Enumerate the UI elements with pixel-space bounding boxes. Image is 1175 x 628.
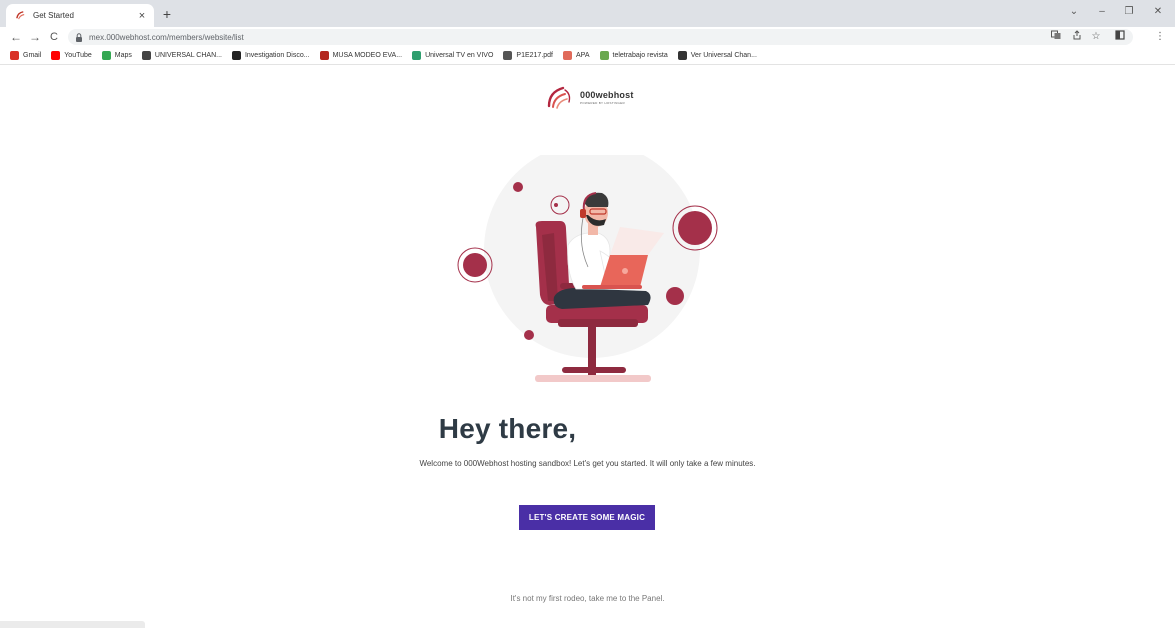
maps-icon xyxy=(101,51,111,60)
universal-icon xyxy=(412,51,422,60)
heading-text: Hey there, xyxy=(438,413,577,444)
menu-kebab-icon[interactable]: ⋮ xyxy=(1153,30,1167,44)
bookmark-item[interactable]: MUSA MODEO EVA... xyxy=(319,51,403,60)
bookmark-label: MUSA MODEO EVA... xyxy=(332,52,403,59)
create-magic-button[interactable]: LET'S CREATE SOME MAGIC xyxy=(519,505,655,530)
bookmark-item[interactable]: YouTube xyxy=(51,51,92,60)
globe-dark-icon xyxy=(677,51,687,60)
webhost-logo-icon xyxy=(547,86,571,109)
bookmark-item[interactable]: Investigation Disco... xyxy=(231,51,310,60)
bookmark-item[interactable]: Universal TV en VIVO xyxy=(412,51,493,60)
bookmarks-bar: Gmail YouTube Maps UNIVERSAL CHAN... Investi… xyxy=(0,47,1175,65)
person-on-chair-illustration xyxy=(457,142,718,382)
share-icon[interactable] xyxy=(1070,30,1084,45)
logo-brand-text: 000webhost xyxy=(580,89,634,100)
bookmark-label: APA xyxy=(576,52,590,59)
minimize-icon[interactable]: – xyxy=(1094,5,1110,19)
bookmark-star-icon[interactable]: ☆ xyxy=(1089,30,1103,44)
bookmark-label: Gmail xyxy=(23,52,42,59)
restore-icon[interactable]: ❐ xyxy=(1121,5,1137,19)
bookmark-label: teletrabajo revista xyxy=(612,52,668,59)
tv-icon xyxy=(231,51,241,60)
lock-icon xyxy=(74,32,83,42)
subtitle-text: Welcome to 000Webhost hosting sandbox! L… xyxy=(419,459,756,468)
tab-get-started[interactable]: Get Started × xyxy=(6,4,154,27)
status-bar xyxy=(0,621,145,628)
close-icon[interactable]: × xyxy=(136,10,148,22)
bookmark-item[interactable]: P1E217.pdf xyxy=(503,51,553,60)
musa-icon xyxy=(319,51,329,60)
globe-icon xyxy=(141,51,151,60)
panel-link[interactable]: It's not my first rodeo, take me to the … xyxy=(0,594,1175,603)
webhost-logo: 000webhost POWERED BY HOSTINGER xyxy=(545,84,634,110)
reload-icon[interactable]: C xyxy=(46,29,62,45)
pdf-icon xyxy=(503,51,513,60)
bookmark-item[interactable]: UNIVERSAL CHAN... xyxy=(141,51,222,60)
bookmark-label: UNIVERSAL CHAN... xyxy=(154,52,222,59)
youtube-icon xyxy=(51,51,61,60)
bookmark-item[interactable]: Gmail xyxy=(10,51,41,60)
bookmark-label: P1E217.pdf xyxy=(516,52,553,59)
apa-icon xyxy=(563,51,572,60)
hero-illustration xyxy=(450,142,730,395)
translate-icon[interactable] xyxy=(1049,30,1063,45)
webhost-favicon-icon xyxy=(14,10,26,22)
gmail-icon xyxy=(10,51,19,60)
logo-subtext: POWERED BY HOSTINGER xyxy=(580,100,625,105)
window-close-icon[interactable]: ✕ xyxy=(1150,5,1166,19)
new-tab-button[interactable]: + xyxy=(160,6,174,22)
address-bar[interactable]: mex.000webhost.com/members/website/list xyxy=(68,29,1133,45)
tab-title: Get Started xyxy=(33,11,74,20)
bookmark-item[interactable]: Ver Universal Chan... xyxy=(677,51,757,60)
bookmark-item[interactable]: APA xyxy=(563,51,590,60)
back-icon[interactable]: ← xyxy=(8,29,24,45)
bookmark-label: YouTube xyxy=(64,52,92,59)
bookmark-item[interactable]: Maps xyxy=(101,51,132,60)
panel-link-text[interactable]: It's not my first rodeo, take me to the … xyxy=(510,594,664,603)
address-url: mex.000webhost.com/members/website/list xyxy=(89,32,244,42)
side-panel-icon[interactable] xyxy=(1113,30,1127,45)
welcome-subtitle: Welcome to 000Webhost hosting sandbox! L… xyxy=(0,459,1175,468)
forward-icon[interactable]: → xyxy=(27,29,43,45)
tab-search-icon[interactable]: ⌄ xyxy=(1066,5,1082,19)
bookmark-label: Maps xyxy=(114,52,132,59)
sheet-icon xyxy=(599,51,609,60)
tab-strip: Get Started × + ⌄ – ❐ ✕ xyxy=(0,0,1175,27)
bookmark-label: Ver Universal Chan... xyxy=(690,52,757,59)
browser-toolbar: ← → C mex.000webhost.com/members/website… xyxy=(0,27,1175,47)
page-heading: Hey there, xyxy=(0,413,1175,445)
bookmark-label: Investigation Disco... xyxy=(244,52,310,59)
bookmark-item[interactable]: teletrabajo revista xyxy=(599,51,668,60)
bookmark-label: Universal TV en VIVO xyxy=(425,52,494,59)
